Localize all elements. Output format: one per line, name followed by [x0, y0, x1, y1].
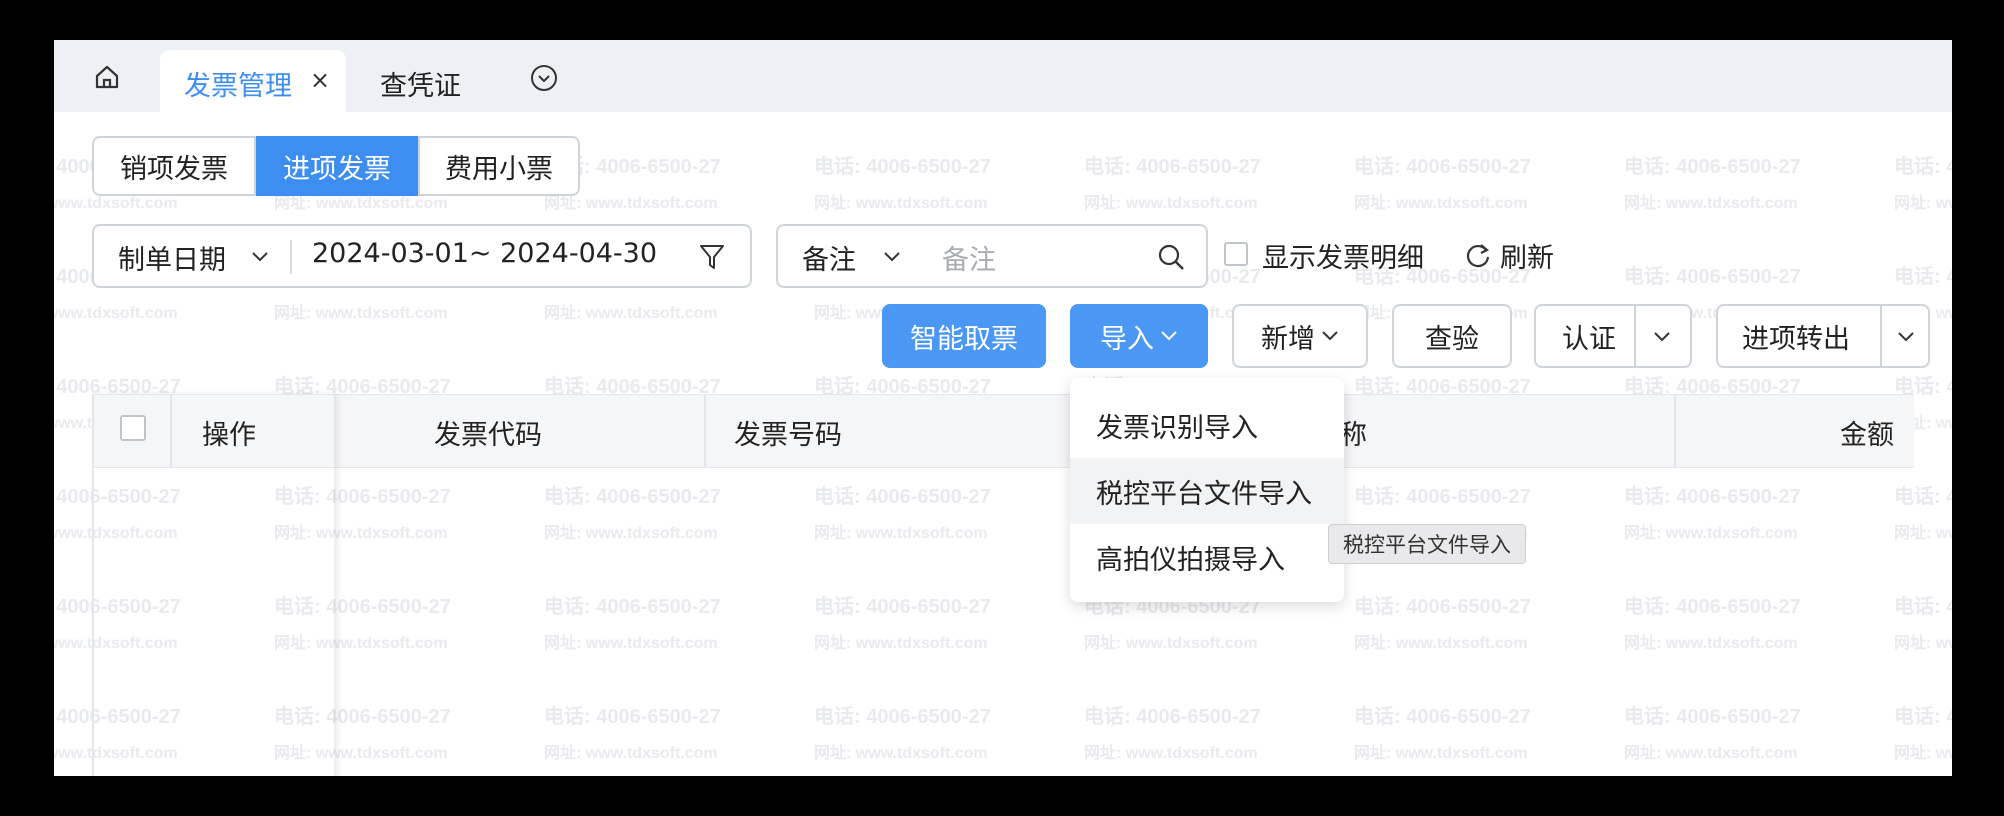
- menu-item-document-camera-import[interactable]: 高拍仪拍摄导入: [1070, 524, 1344, 590]
- watermark-url: 网址: www.tdxsoft.com: [1894, 195, 1952, 212]
- button-label: 进项转出: [1742, 323, 1850, 355]
- tab-bar: 发票管理 × 查凭证: [54, 40, 1952, 112]
- fixed-column-shadow: [92, 394, 334, 776]
- chevron-down-icon: [1161, 331, 1177, 341]
- transfer-out-button[interactable]: 进项转出: [1716, 304, 1930, 368]
- import-dropdown-menu: 发票识别导入 税控平台文件导入 高拍仪拍摄导入: [1070, 378, 1344, 602]
- segment-purchase-invoice[interactable]: 进项发票: [256, 136, 418, 196]
- chevron-down-icon[interactable]: [1896, 330, 1916, 344]
- watermark-phone: 电话: 4006-6500-27: [1084, 156, 1261, 178]
- watermark-text: 电话: 4006-6500-27 网址: www.tdxsoft.com: [1084, 150, 1261, 213]
- refresh-icon[interactable]: [1464, 242, 1492, 270]
- segment-label: 销项发票: [120, 153, 228, 185]
- filter-icon[interactable]: [698, 242, 726, 272]
- watermark-url: 网址: www.tdxsoft.com: [1084, 195, 1258, 212]
- button-label: 新增: [1261, 323, 1315, 355]
- button-label: 导入: [1100, 323, 1154, 355]
- chevron-down-icon[interactable]: [250, 250, 270, 264]
- watermark-url: 网址: www.tdxsoft.com: [1354, 195, 1528, 212]
- import-button[interactable]: 导入: [1070, 304, 1208, 368]
- invoice-table: 操作 发票代码 发票号码 称 金额: [92, 394, 1914, 776]
- button-label: 认证: [1562, 323, 1616, 355]
- remark-input[interactable]: 备注: [942, 238, 996, 277]
- watermark-text: 电话: 4006-6500-27 网址: www.tdxsoft.com: [814, 150, 991, 213]
- show-detail-label: 显示发票明细: [1262, 243, 1424, 274]
- watermark-phone: 电话: 4006-6500-27: [1624, 266, 1801, 288]
- watermark-phone: 电话: 4006-6500-27: [1624, 156, 1801, 178]
- refresh-button[interactable]: 刷新: [1500, 236, 1554, 275]
- smart-fetch-button[interactable]: 智能取票: [882, 304, 1046, 368]
- tab-invoice-management[interactable]: 发票管理 ×: [160, 50, 346, 112]
- watermark-phone: 电话: 4006-6500-27: [1354, 156, 1531, 178]
- segment-expense-receipt[interactable]: 费用小票: [418, 136, 580, 196]
- column-header-amount: 金额: [1840, 420, 1894, 451]
- segment-label: 进项发票: [283, 153, 391, 185]
- verify-button[interactable]: 查验: [1392, 304, 1512, 368]
- menu-item-label: 发票识别导入: [1096, 412, 1258, 444]
- tab-view-voucher[interactable]: 查凭证: [380, 64, 461, 103]
- table-header: 操作 发票代码 发票号码 称 金额: [92, 394, 1914, 468]
- menu-item-invoice-recognition-import[interactable]: 发票识别导入: [1070, 392, 1344, 458]
- date-filter: 制单日期 2024-03-01~ 2024-04-30: [92, 224, 752, 288]
- watermark-url: 网址: www.tdxsoft.com: [1624, 195, 1798, 212]
- column-divider: [1674, 395, 1676, 467]
- column-header-invoice-number: 发票号码: [734, 420, 842, 451]
- remark-field-select[interactable]: 备注: [802, 238, 856, 277]
- show-detail-checkbox[interactable]: [1224, 242, 1248, 266]
- certify-button[interactable]: 认证: [1534, 304, 1692, 368]
- watermark-text: 电话: 4006-6500-27 网址: www.tdxsoft.com: [1624, 150, 1801, 213]
- column-header-invoice-code: 发票代码: [434, 420, 542, 451]
- menu-item-tax-platform-file-import[interactable]: 税控平台文件导入: [1070, 458, 1344, 524]
- button-label: 智能取票: [910, 323, 1018, 355]
- watermark-text: 电话: 4006-6500-27 网址: www.tdxsoft.com: [1894, 150, 1952, 213]
- column-divider: [704, 395, 706, 467]
- segment-label: 费用小票: [445, 153, 553, 185]
- remark-filter: 备注 备注: [776, 224, 1208, 288]
- menu-item-label: 税控平台文件导入: [1096, 478, 1312, 510]
- watermark-url: 网址: www.tdxsoft.com: [814, 195, 988, 212]
- column-header-name: 称: [1340, 420, 1367, 451]
- segment-sales-invoice[interactable]: 销项发票: [92, 136, 256, 196]
- chevron-down-icon[interactable]: [1652, 330, 1672, 344]
- watermark-url: 网址: www.tdxsoft.com: [54, 305, 178, 322]
- home-icon[interactable]: [94, 64, 120, 90]
- chevron-circle-down-icon[interactable]: [530, 64, 558, 92]
- menu-item-label: 高拍仪拍摄导入: [1096, 544, 1285, 576]
- search-icon[interactable]: [1156, 242, 1186, 272]
- watermark-url: 网址: www.tdxsoft.com: [544, 305, 718, 322]
- date-range-input[interactable]: 2024-03-01~ 2024-04-30: [312, 238, 657, 269]
- chevron-down-icon: [1322, 331, 1338, 341]
- watermark-url: 网址: www.tdxsoft.com: [274, 305, 448, 322]
- button-label: 查验: [1425, 323, 1479, 355]
- close-icon[interactable]: ×: [310, 66, 330, 94]
- divider: [290, 240, 292, 274]
- tab-label: 发票管理: [184, 71, 292, 102]
- divider: [1634, 306, 1636, 366]
- watermark-text: 电话: 4006-6500-27 网址: www.tdxsoft.com: [1354, 150, 1531, 213]
- date-field-select[interactable]: 制单日期: [118, 238, 226, 277]
- chevron-down-icon[interactable]: [882, 250, 902, 264]
- divider: [1880, 306, 1882, 366]
- tooltip: 税控平台文件导入: [1328, 524, 1526, 564]
- add-button[interactable]: 新增: [1232, 304, 1368, 368]
- watermark-phone: 电话: 4006-6500-27: [1894, 156, 1952, 178]
- app-frame: 电话: 4006-6500-27网址: www.tdxsoft.com电话: 4…: [54, 40, 1952, 776]
- watermark-phone: 电话: 4006-6500-27: [1894, 266, 1952, 288]
- watermark-phone: 电话: 4006-6500-27: [814, 156, 991, 178]
